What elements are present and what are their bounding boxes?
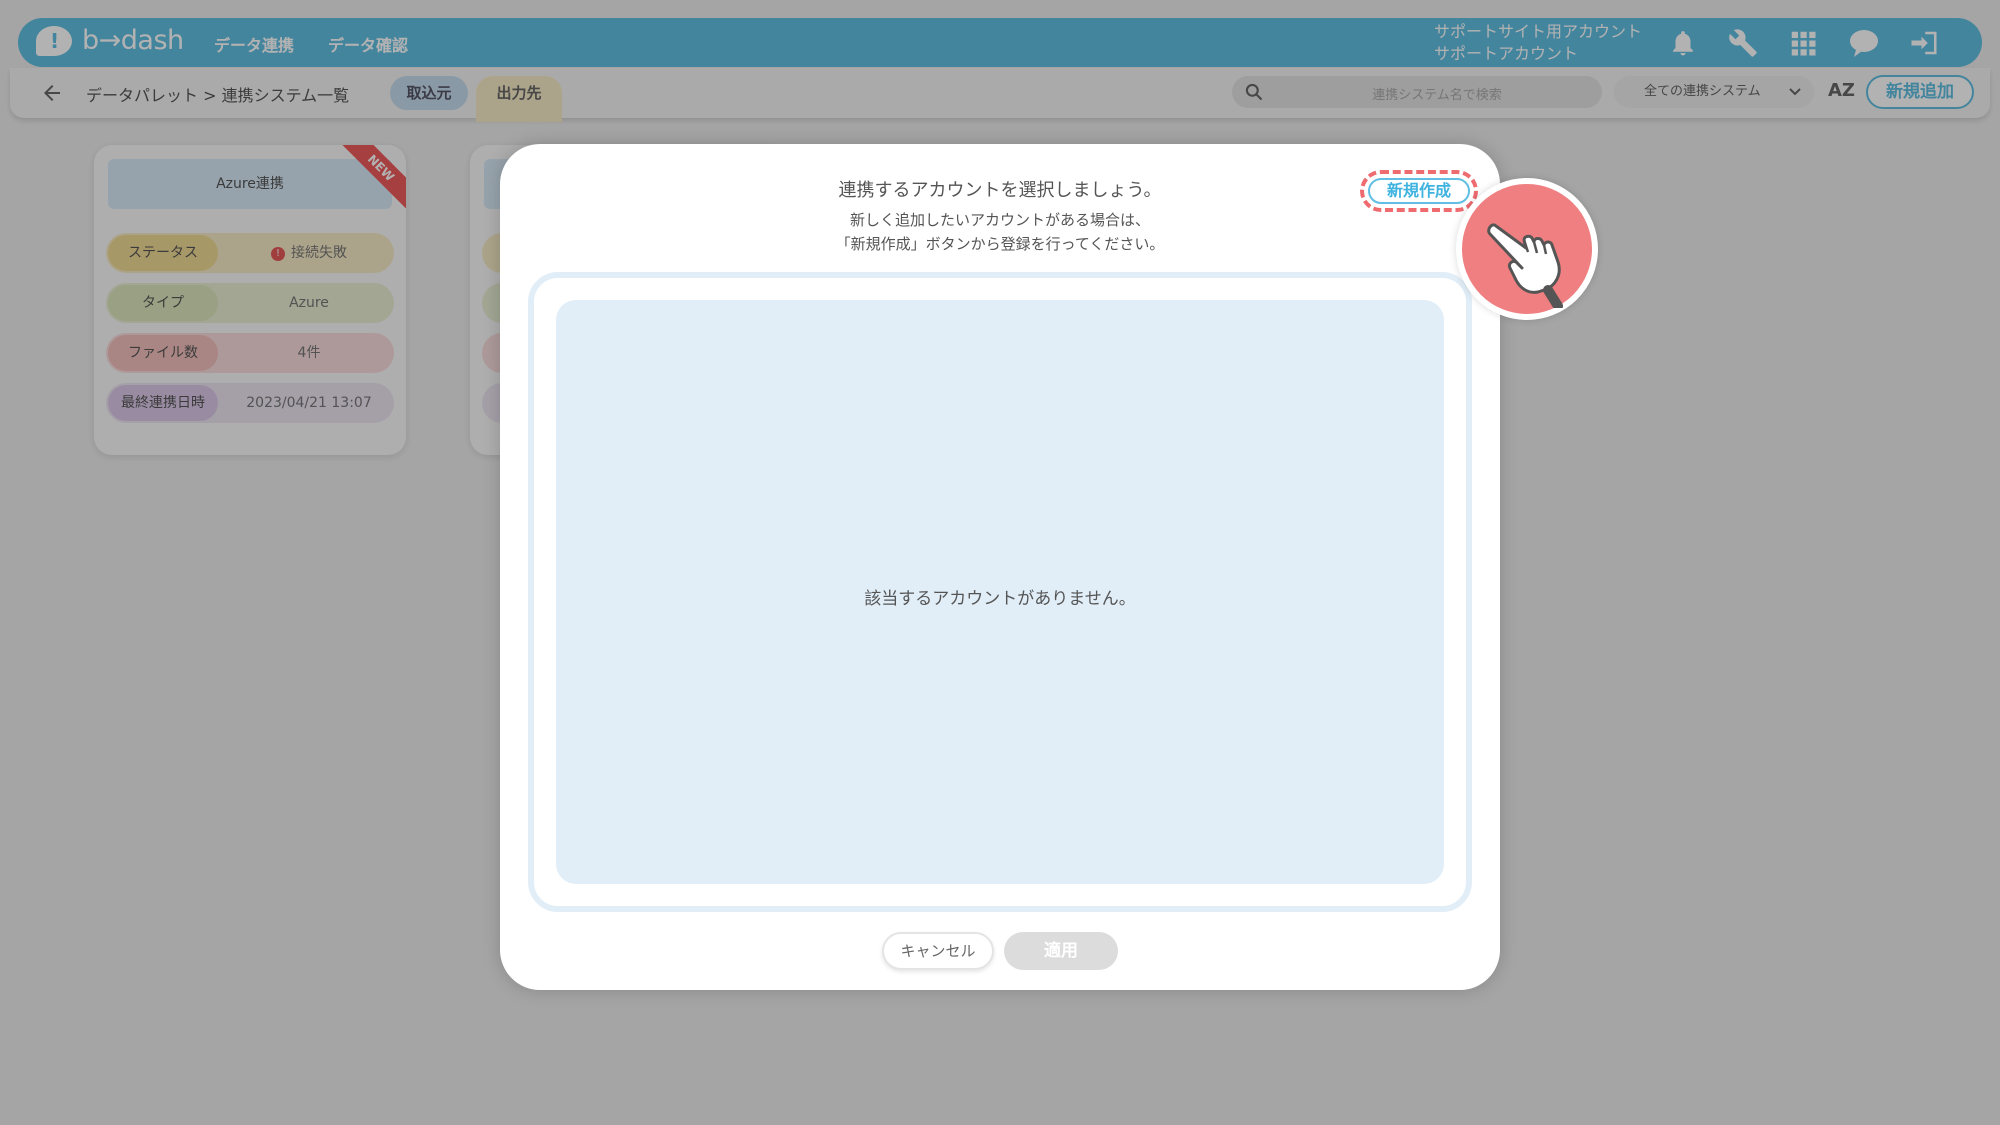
account-select-modal: 連携するアカウントを選択しましょう。 新しく追加したいアカウントがある場合は、 … [500,144,1500,990]
create-button-highlight: 新規作成 [1360,170,1478,212]
account-list-frame: 該当するアカウントがありません。 [528,272,1472,912]
create-new-button[interactable]: 新規作成 [1368,178,1470,204]
account-list: 該当するアカウントがありません。 [556,300,1444,884]
pointing-hand-icon [1456,178,1598,320]
empty-message: 該当するアカウントがありません。 [864,589,1136,609]
apply-button[interactable]: 適用 [1004,932,1118,970]
modal-desc-line1: 新しく追加したいアカウントがある場合は、 [849,211,1150,229]
modal-desc-line2: 「新規作成」ボタンから登録を行ってください。 [835,235,1165,253]
cancel-button[interactable]: キャンセル [882,932,994,970]
modal-description: 新しく追加したいアカウントがある場合は、 「新規作成」ボタンから登録を行ってくだ… [500,208,1500,256]
modal-title: 連携するアカウントを選択しましょう。 [838,180,1162,201]
